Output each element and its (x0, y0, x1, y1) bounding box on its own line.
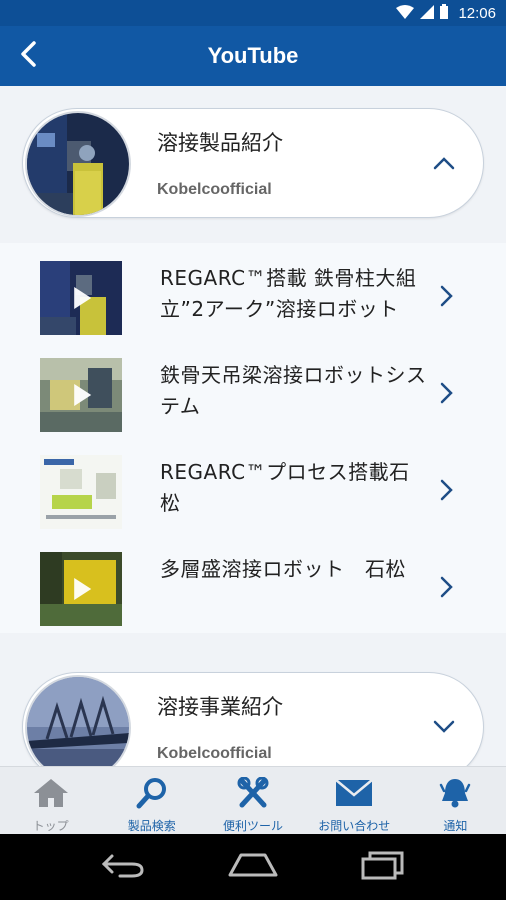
video-title: 多層盛溶接ロボット 石松 (160, 557, 406, 581)
channel-list: 溶接製品紹介 Kobelcoofficial REGARC™搭載 鉄骨柱大組立”… (0, 86, 506, 766)
bottom-nav: トップ 製品検索 便利ツール お問い合わせ 通知 (0, 766, 506, 834)
battery-icon (440, 3, 449, 23)
back-arrow-icon (19, 41, 37, 71)
chevron-right-icon (436, 572, 458, 602)
chevron-right-icon (436, 475, 458, 505)
channel-avatar (25, 675, 131, 766)
home-icon (32, 777, 70, 813)
nav-item-top[interactable]: トップ (0, 767, 101, 834)
play-icon (74, 287, 92, 309)
app-bar: YouTube (0, 26, 506, 86)
mail-icon (334, 777, 374, 813)
status-time: 12:06 (458, 4, 496, 22)
wifi-icon (396, 4, 415, 23)
system-home-button[interactable] (227, 852, 279, 882)
nav-label: お問い合わせ (318, 819, 391, 833)
nav-label: 通知 (443, 819, 468, 833)
bell-icon (437, 777, 473, 813)
system-recents-button[interactable] (360, 850, 406, 884)
nav-label: トップ (32, 819, 69, 833)
video-item[interactable]: REGARC™プロセス搭載石松 (0, 437, 506, 534)
signal-icon (420, 4, 435, 23)
channel-owner: Kobelcoofficial (157, 181, 272, 198)
video-item[interactable]: REGARC™搭載 鉄骨柱大組立”2アーク”溶接ロボット (0, 243, 506, 340)
video-item[interactable]: 鉄骨天吊梁溶接ロボットシステム (0, 340, 506, 437)
back-button[interactable] (8, 36, 48, 76)
channel-name: 溶接事業紹介 (157, 695, 283, 719)
nav-item-product-search[interactable]: 製品検索 (101, 767, 202, 834)
video-list: REGARC™搭載 鉄骨柱大組立”2アーク”溶接ロボット 鉄骨天吊梁溶接ロボット… (0, 243, 506, 633)
chevron-right-icon (436, 378, 458, 408)
nav-item-notification[interactable]: 通知 (405, 767, 506, 834)
chevron-right-icon (436, 281, 458, 311)
video-item[interactable]: 多層盛溶接ロボット 石松 (0, 534, 506, 631)
nav-item-contact[interactable]: お問い合わせ (304, 767, 405, 834)
video-thumbnail (40, 455, 122, 529)
video-title: REGARC™プロセス搭載石松 (160, 460, 410, 515)
system-back-button[interactable] (100, 852, 146, 882)
nav-label: 製品検索 (127, 819, 176, 833)
video-thumbnail (40, 261, 122, 335)
channel-name: 溶接製品紹介 (157, 131, 283, 155)
nav-label: 便利ツール (223, 819, 284, 833)
channel-card-welding-products[interactable]: 溶接製品紹介 Kobelcoofficial (22, 108, 484, 218)
expand-toggle[interactable] (429, 713, 459, 743)
screen: 12:06 YouTube 溶接製品紹介 Kobelcoofficial REG… (0, 0, 506, 900)
chevron-up-icon (433, 155, 455, 174)
chevron-down-icon (433, 719, 455, 738)
search-icon (135, 777, 169, 813)
play-icon (74, 578, 92, 600)
video-thumbnail (40, 358, 122, 432)
system-nav-bar (0, 834, 506, 900)
video-thumbnail (40, 552, 122, 626)
tools-icon (236, 776, 270, 813)
nav-item-tools[interactable]: 便利ツール (202, 767, 303, 834)
page-title: YouTube (207, 43, 299, 68)
collapse-toggle[interactable] (429, 149, 459, 179)
play-icon (74, 384, 92, 406)
video-title: 鉄骨天吊梁溶接ロボットシステム (160, 363, 427, 418)
channel-avatar (25, 111, 131, 217)
status-bar: 12:06 (0, 0, 506, 26)
channel-card-welding-business[interactable]: 溶接事業紹介 Kobelcoofficial (22, 672, 484, 766)
video-title: REGARC™搭載 鉄骨柱大組立”2アーク”溶接ロボット (160, 266, 417, 321)
channel-owner: Kobelcoofficial (157, 745, 272, 762)
